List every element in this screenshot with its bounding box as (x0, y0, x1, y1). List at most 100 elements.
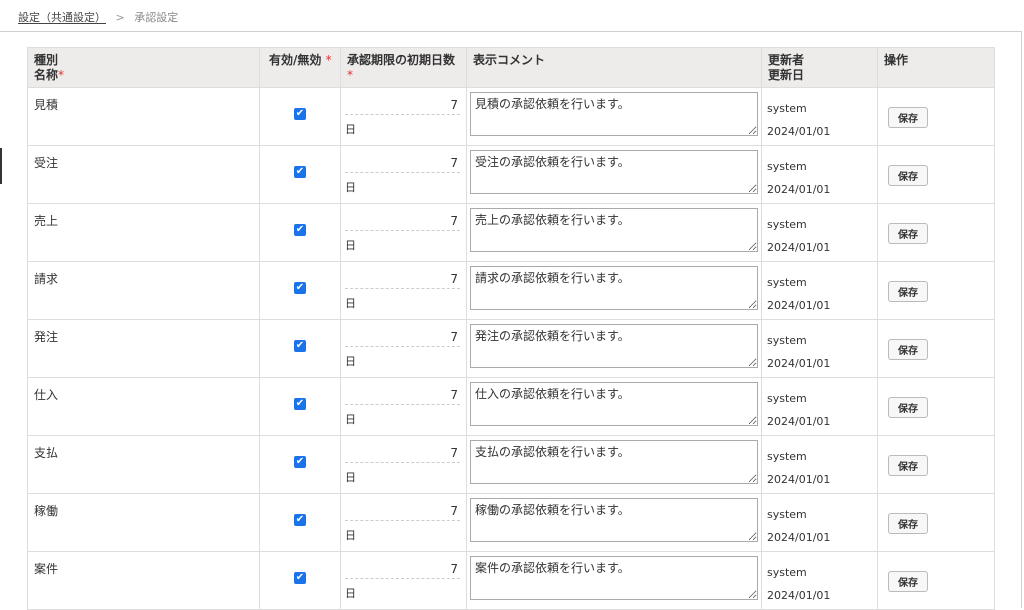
table-row: 発注 ✔ 7 日発注の承認依頼を行います。 system 2024/01/01 保存 (27, 319, 995, 378)
breadcrumb: 設定（共通設定） > 承認設定 (18, 9, 178, 25)
updater-cell: system 2024/01/01 (761, 435, 878, 494)
days-cell: 7日 (340, 435, 467, 494)
checkmark-icon: ✔ (295, 456, 305, 467)
days-cell: 7日 (340, 203, 467, 262)
comment-textarea[interactable]: 発注の承認依頼を行います。 (470, 324, 758, 368)
type-name: 仕入 (34, 388, 59, 402)
header-updater-label: 更新者 (768, 53, 805, 67)
checkmark-icon: ✔ (295, 572, 305, 583)
updater-cell: system 2024/01/01 (761, 319, 878, 378)
comment-textarea[interactable]: 案件の承認依頼を行います。 (470, 556, 758, 600)
table-row: 支払 ✔ 7 日支払の承認依頼を行います。 system 2024/01/01 保存 (27, 435, 995, 494)
table-row: 見積 ✔ 7 日見積の承認依頼を行います。 system 2024/01/01 保存 (27, 87, 995, 146)
comment-cell: 受注の承認依頼を行います。 (466, 145, 762, 204)
days-input[interactable]: 7 (345, 214, 460, 231)
enabled-checkbox[interactable]: ✔ (294, 340, 306, 352)
days-unit: 日 (345, 123, 356, 136)
operation-cell: 保存 (877, 87, 995, 146)
save-button[interactable]: 保存 (888, 513, 928, 534)
enabled-checkbox[interactable]: ✔ (294, 224, 306, 236)
table-row: 売上 ✔ 7 日売上の承認依頼を行います。 system 2024/01/01 保存 (27, 203, 995, 262)
enabled-checkbox[interactable]: ✔ (294, 514, 306, 526)
enabled-cell: ✔ (259, 87, 341, 146)
header-operation-label: 操作 (884, 53, 909, 67)
table-row: 受注 ✔ 7 日 受注の承認依頼を行います。 system 2024/01/01 保存 (27, 145, 995, 204)
updated-by: system (767, 160, 807, 173)
updater-cell: system 2024/01/01 (761, 261, 878, 320)
save-button[interactable]: 保存 (888, 397, 928, 418)
type-cell: 売上 (27, 203, 260, 262)
comment-textarea[interactable]: 受注の承認依頼を行います。 (470, 150, 758, 194)
approval-settings-table: 種別 名称* 有効/無効 * 承認期限の初期日数* 表示コメント 更新者 更新日… (27, 47, 995, 610)
updated-by: system (767, 450, 807, 463)
header-name-label: 名称 (34, 68, 59, 82)
comment-cell: 発注の承認依頼を行います。 (466, 319, 762, 378)
updated-at: 2024/01/01 (767, 357, 831, 370)
days-input[interactable]: 7 (345, 272, 460, 289)
save-button[interactable]: 保存 (888, 165, 928, 186)
enabled-cell: ✔ (259, 377, 341, 436)
operation-cell: 保存 (877, 493, 995, 552)
enabled-cell: ✔ (259, 145, 341, 204)
header-enabled: 有効/無効 * (259, 47, 341, 88)
enabled-cell: ✔ (259, 435, 341, 494)
operation-cell: 保存 (877, 551, 995, 610)
days-cell: 7日 (340, 377, 467, 436)
save-button[interactable]: 保存 (888, 455, 928, 476)
save-button[interactable]: 保存 (888, 339, 928, 360)
breadcrumb-link-common-settings[interactable]: 設定（共通設定） (18, 11, 106, 24)
breadcrumb-separator: > (115, 11, 125, 24)
breadcrumb-current: 承認設定 (134, 11, 179, 24)
enabled-cell: ✔ (259, 551, 341, 610)
operation-cell: 保存 (877, 435, 995, 494)
days-input[interactable]: 7 (345, 330, 460, 347)
header-divider (0, 31, 1022, 32)
enabled-checkbox[interactable]: ✔ (294, 398, 306, 410)
days-cell: 7日 (340, 261, 467, 320)
updated-by: system (767, 276, 807, 289)
header-type-label: 種別 (34, 53, 59, 67)
days-input[interactable]: 7 (345, 562, 460, 579)
comment-textarea[interactable]: 請求の承認依頼を行います。 (470, 266, 758, 310)
operation-cell: 保存 (877, 261, 995, 320)
enabled-checkbox[interactable]: ✔ (294, 108, 306, 120)
type-name: 受注 (34, 156, 59, 170)
comment-cell: 稼働の承認依頼を行います。 (466, 493, 762, 552)
comment-textarea[interactable]: 稼働の承認依頼を行います。 (470, 498, 758, 542)
type-name: 支払 (34, 446, 59, 460)
header-comment-label: 表示コメント (473, 53, 546, 67)
updater-cell: system 2024/01/01 (761, 377, 878, 436)
days-cell: 7日 (340, 551, 467, 610)
comment-textarea[interactable]: 支払の承認依頼を行います。 (470, 440, 758, 484)
updated-by: system (767, 508, 807, 521)
checkmark-icon: ✔ (295, 108, 305, 119)
type-cell: 見積 (27, 87, 260, 146)
days-input[interactable]: 7 (345, 156, 460, 173)
save-button[interactable]: 保存 (888, 107, 928, 128)
checkmark-icon: ✔ (295, 282, 305, 293)
days-input[interactable]: 7 (345, 446, 460, 463)
enabled-checkbox[interactable]: ✔ (294, 166, 306, 178)
table-header-row: 種別 名称* 有効/無効 * 承認期限の初期日数* 表示コメント 更新者 更新日… (27, 47, 995, 88)
type-cell: 稼働 (27, 493, 260, 552)
enabled-checkbox[interactable]: ✔ (294, 572, 306, 584)
enabled-checkbox[interactable]: ✔ (294, 282, 306, 294)
table-row: 請求 ✔ 7 日請求の承認依頼を行います。 system 2024/01/01 保存 (27, 261, 995, 320)
save-button[interactable]: 保存 (888, 223, 928, 244)
required-mark: * (325, 53, 332, 67)
comment-textarea[interactable]: 売上の承認依頼を行います。 (470, 208, 758, 252)
type-cell: 発注 (27, 319, 260, 378)
comment-textarea[interactable]: 仕入の承認依頼を行います。 (470, 382, 758, 426)
save-button[interactable]: 保存 (888, 281, 928, 302)
days-input[interactable]: 7 (345, 98, 460, 115)
type-cell: 仕入 (27, 377, 260, 436)
updater-cell: system 2024/01/01 (761, 145, 878, 204)
updated-at: 2024/01/01 (767, 299, 831, 312)
save-button[interactable]: 保存 (888, 571, 928, 592)
header-enabled-label: 有効/無効 (269, 53, 322, 67)
days-input[interactable]: 7 (345, 504, 460, 521)
enabled-checkbox[interactable]: ✔ (294, 456, 306, 468)
days-input[interactable]: 7 (345, 388, 460, 405)
days-unit: 日 (345, 181, 356, 194)
comment-textarea[interactable]: 見積の承認依頼を行います。 (470, 92, 758, 136)
